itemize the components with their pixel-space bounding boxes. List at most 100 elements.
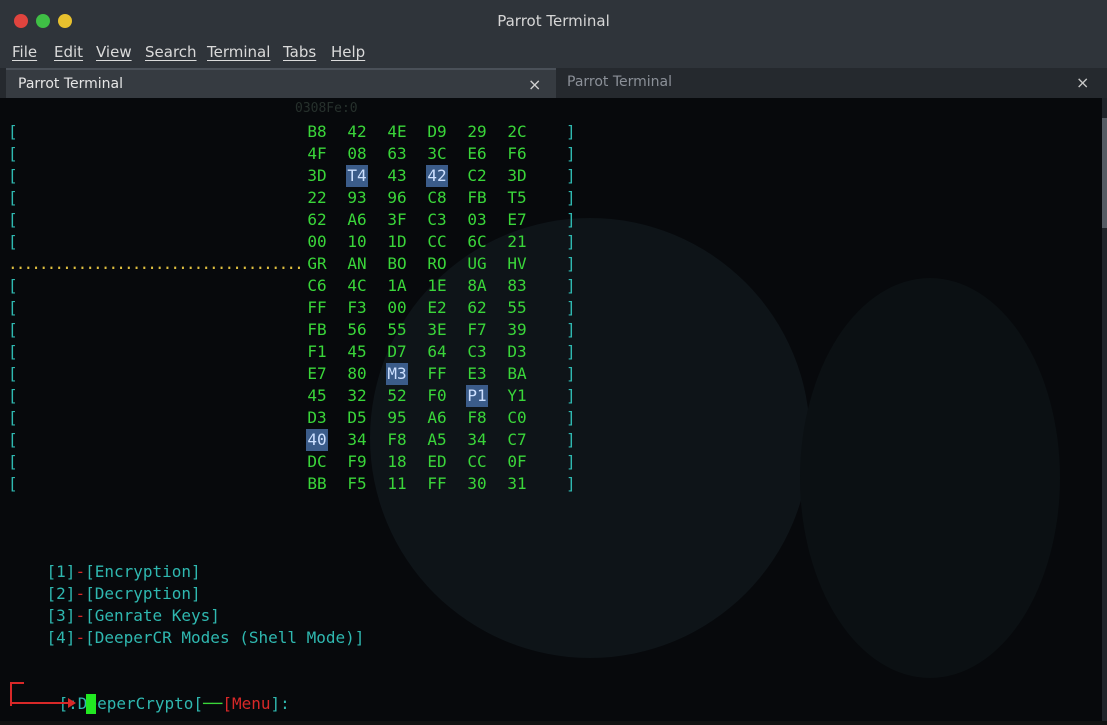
grid-row-close-bracket: ] [566,166,576,185]
grid-row: [4F 08 63 3C E6 F6] [0,143,600,165]
menu-option-4: [4]-[DeeperCR Modes (Shell Mode)] [8,605,365,647]
grid-row: ...................................... GR… [0,253,600,275]
text-cursor[interactable] [86,694,96,714]
grid-row-open-bracket: [ [8,408,18,427]
prompt-arrow-head-icon [68,698,76,708]
hex-cell: D5 [347,408,367,427]
hex-cell: D3 [507,342,527,361]
hex-cell: 1E [427,276,447,295]
hex-cell: E7 [507,210,527,229]
grid-row-close-bracket: ] [566,254,576,273]
hex-cell: 80 [347,364,367,383]
hex-cell: A5 [427,430,447,449]
menu-search[interactable]: Search [145,43,197,61]
grid-row: [62 A6 3F C3 03 E7] [0,209,600,231]
hex-cell: 1A [387,276,407,295]
grid-row-close-bracket: ] [566,232,576,251]
menu-option-1: [1]-[Encryption] [8,539,201,581]
hex-cell: D3 [307,408,327,427]
hex-cell: F8 [387,430,407,449]
hex-cell: CC [427,232,447,251]
tab-parrot-terminal-2[interactable]: Parrot Terminal × [556,68,1102,98]
hex-cell: FB [307,320,327,339]
hex-cell: BB [307,474,327,493]
hex-cell: C7 [507,430,527,449]
grid-row-close-bracket: ] [566,430,576,449]
menu-edit[interactable]: Edit [54,43,83,61]
hex-cell: 4F [307,144,327,163]
hex-cell: 0F [507,452,527,471]
grid-row-close-bracket: ] [566,144,576,163]
hex-cell: F0 [427,386,447,405]
grid-row-open-bracket: [ [8,122,18,141]
grid-row: [22 93 96 C8 FB T5] [0,187,600,209]
hex-cell: C3 [467,342,487,361]
prompt-bracket: ] [270,694,281,713]
hex-cell: 95 [387,408,407,427]
grid-row-close-bracket: ] [566,298,576,317]
grid-row-close-bracket: ] [566,364,576,383]
hex-cell: RO [427,254,447,273]
terminal-scrollbar[interactable] [1102,98,1107,721]
prompt-bracket: [ [193,694,204,713]
grid-row-open-bracket: [ [8,430,18,449]
hex-cell: 55 [507,298,527,317]
hex-cell: 39 [507,320,527,339]
grid-row-close-bracket: ] [566,122,576,141]
tab-close-icon[interactable]: × [1076,73,1089,92]
hex-cell: 08 [347,144,367,163]
hex-cell: E7 [307,364,327,383]
grid-row-open-bracket: [ [8,364,18,383]
hex-cell: 52 [387,386,407,405]
option-dash: - [75,628,86,647]
hex-cell: 00 [387,298,407,317]
hex-cell: C0 [507,408,527,427]
option-number: [4] [46,628,76,647]
terminal-output[interactable]: 0308Fe:0 [B8 42 4E D9 29 2C][4F 08 63 3C E6 F6][3D… [0,98,1102,721]
hex-cell: 8A [467,276,487,295]
hex-cell: D9 [427,122,447,141]
hex-cell: 55 [387,320,407,339]
hex-cell: BO [387,254,407,273]
menu-tabs[interactable]: Tabs [283,43,316,61]
prompt-bracket: [ [222,694,232,713]
tab-parrot-terminal-1[interactable]: Parrot Terminal × [6,68,556,100]
menu-view[interactable]: View [96,43,132,61]
hex-cell: M3 [386,363,408,385]
prompt-line: [:DeeperCrypto[──[Menu]: [8,671,290,713]
grid-row-open-bracket: [ [8,342,18,361]
scrollbar-thumb[interactable] [1102,118,1107,228]
hex-cell: E3 [467,364,487,383]
tab-label: Parrot Terminal [567,74,673,90]
hex-cell: Y1 [507,386,527,405]
grid-row: [FB 56 55 3E F7 39] [0,319,600,341]
grid-row: [FF F3 00 E2 62 55] [0,297,600,319]
tab-close-icon[interactable]: × [528,75,541,94]
menu-terminal[interactable]: Terminal [207,43,270,61]
hex-cell: F6 [507,144,527,163]
hex-cell: 11 [387,474,407,493]
prompt-arrow-icon [10,702,70,704]
hex-cell: F9 [347,452,367,471]
grid-row-close-bracket: ] [566,276,576,295]
grid-row-open-bracket: [ [8,474,18,493]
hex-cell: 63 [387,144,407,163]
hex-cell: UG [467,254,487,273]
hex-cell: 29 [467,122,487,141]
hex-cell: DC [307,452,327,471]
grid-row-open-bracket: [ [8,166,18,185]
grid-row: [00 10 1D CC 6C 21] [0,231,600,253]
hex-cell: 64 [427,342,447,361]
hex-cell: C3 [427,210,447,229]
hex-cell: 3D [307,166,327,185]
menu-file[interactable]: File [12,43,37,61]
prompt-dashes: ── [203,694,223,713]
hex-cell: A6 [427,408,447,427]
menu-option-2: [2]-[Decryption] [8,561,201,603]
hex-cell: C6 [307,276,327,295]
grid-row-close-bracket: ] [566,452,576,471]
hex-cell: 18 [387,452,407,471]
menu-option-3: [3]-[Genrate Keys] [8,583,220,625]
menu-help[interactable]: Help [331,43,365,61]
hex-cell: 3F [387,210,407,229]
